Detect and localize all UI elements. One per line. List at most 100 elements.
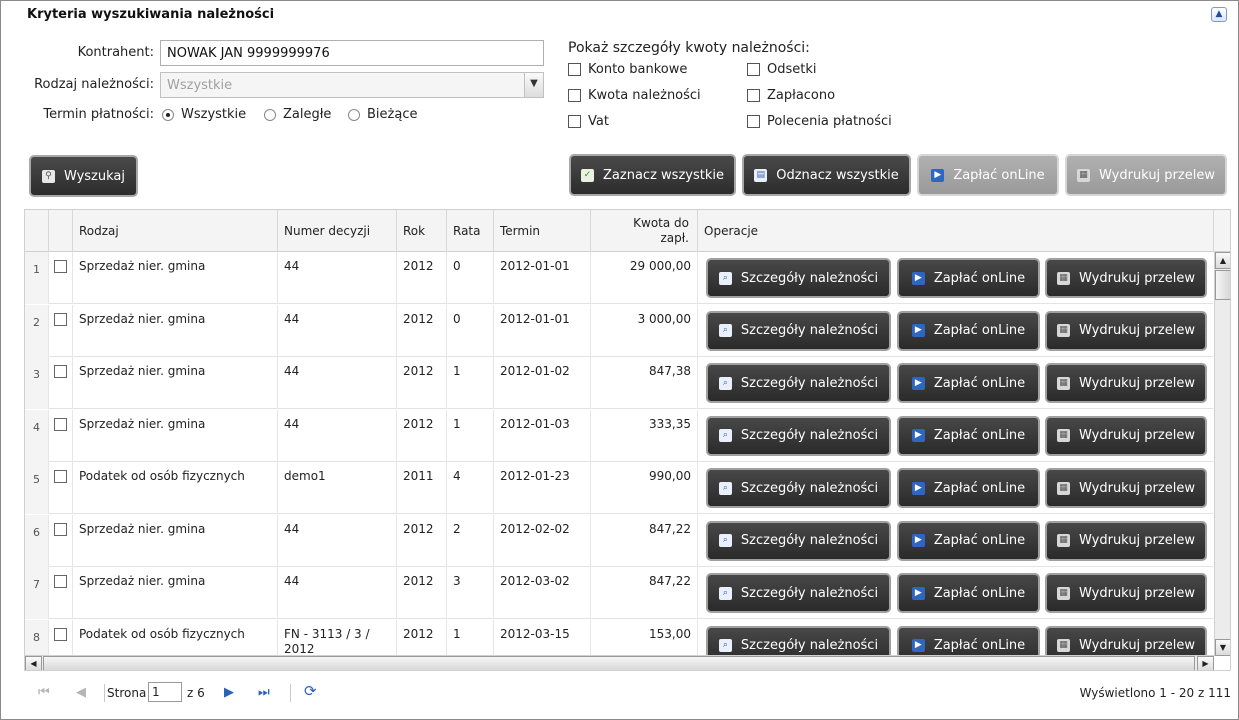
checkbox-icon[interactable]	[747, 89, 760, 102]
details-button[interactable]: ⌕ Szczegóły należności	[706, 415, 891, 456]
checkbox-icon[interactable]	[54, 260, 67, 273]
play-icon: ▶	[911, 639, 925, 652]
refresh-icon[interactable]: ⟳	[304, 682, 317, 700]
details-button[interactable]: ⌕ Szczegóły należności	[706, 468, 891, 508]
header-type[interactable]: Rodzaj	[73, 210, 278, 252]
select-all-button[interactable]: ✓ Zaznacz wszystkie	[569, 154, 736, 196]
pager-separator	[290, 684, 291, 702]
scroll-down-icon[interactable]: ▼	[1215, 639, 1230, 656]
table-row[interactable]: 2 Sprzedaż nier. gmina 44 2012 0 2012-01-01 3 …	[25, 304, 1213, 357]
table-row[interactable]: 4 Sprzedaż nier. gmina 44 2012 1 2012-01-03 33…	[25, 409, 1213, 462]
print-transfer-button[interactable]: ▦ Wydrukuj przelew	[1045, 363, 1207, 403]
vertical-scrollbar[interactable]: ▲ ▼	[1214, 252, 1230, 656]
table-row[interactable]: 7 Sprzedaż nier. gmina 44 2012 3 2012-03-02 84…	[25, 567, 1213, 619]
cell-term: 2012-02-02	[494, 514, 591, 567]
cell-amount: 847,22	[591, 514, 698, 567]
checkbox-icon[interactable]	[568, 89, 581, 102]
checkbox-amount[interactable]: Kwota należności	[568, 88, 701, 103]
pay-online-button[interactable]: ▶ Zapłać onLine	[897, 258, 1040, 298]
magnifier-document-icon: ⌕	[718, 271, 732, 285]
checkbox-icon[interactable]	[747, 115, 760, 128]
pay-online-button[interactable]: ▶ Zapłać onLine	[897, 310, 1040, 351]
print-transfer-button[interactable]: ▦ Wydrukuj przelew	[1045, 415, 1207, 456]
play-icon: ▶	[931, 168, 945, 182]
pay-online-label: Zapłać onLine	[953, 167, 1045, 183]
header-term[interactable]: Termin	[494, 210, 591, 252]
first-page-icon[interactable]: ⏮	[38, 685, 50, 700]
pay-online-button[interactable]: ▶ Zapłać onLine	[917, 154, 1059, 196]
magnifier-document-icon: ⌕	[718, 534, 732, 547]
checkbox-icon[interactable]	[568, 63, 581, 76]
cell-decision: 44	[278, 409, 397, 462]
details-button[interactable]: ⌕ Szczegóły należności	[706, 310, 891, 351]
details-button[interactable]: ⌕ Szczegóły należności	[706, 520, 891, 561]
contractor-input[interactable]: NOWAK JAN 9999999976	[160, 40, 544, 66]
table-row[interactable]: 6 Sprzedaż nier. gmina 44 2012 2 2012-02-02 84…	[25, 514, 1213, 567]
scroll-right-icon[interactable]: ▶	[1197, 656, 1214, 670]
previous-page-icon[interactable]: ◀	[76, 685, 86, 700]
checkbox-icon[interactable]	[54, 575, 67, 588]
checkbox-payment-orders[interactable]: Polecenia płatności	[747, 114, 892, 129]
checkbox-label: Polecenia płatności	[767, 114, 892, 129]
pay-online-button[interactable]: ▶ Zapłać onLine	[897, 573, 1040, 613]
pay-online-button[interactable]: ▶ Zapłać onLine	[897, 468, 1040, 508]
header-amount[interactable]: Kwota do zapł.	[591, 210, 698, 252]
print-transfer-button[interactable]: ▦ Wydrukuj przelew	[1045, 468, 1207, 508]
printer-icon: ▦	[1077, 168, 1091, 182]
cell-amount: 29 000,00	[591, 252, 698, 304]
radio-icon[interactable]	[348, 108, 360, 121]
term-radio-overdue[interactable]: Zaległe	[264, 107, 331, 122]
print-transfer-button[interactable]: ▦ Wydrukuj przelew	[1045, 310, 1207, 351]
deselect-all-button[interactable]: ▤ Odznacz wszystkie	[742, 154, 911, 196]
collapse-icon[interactable]: ▲	[1211, 7, 1227, 22]
checkbox-paid[interactable]: Zapłacono	[747, 88, 835, 103]
checkbox-icon[interactable]	[54, 627, 67, 641]
checkbox-icon[interactable]	[54, 417, 67, 431]
details-button-label: Szczegóły należności	[740, 270, 879, 286]
details-button[interactable]: ⌕ Szczegóły należności	[706, 573, 891, 613]
table-row[interactable]: 1 Sprzedaż nier. gmina 44 2012 0 2012-01-01 29…	[25, 252, 1213, 304]
search-button[interactable]: ⚲ Wyszukaj	[29, 155, 138, 197]
print-transfer-button[interactable]: ▦ Wydrukuj przelew	[1045, 573, 1207, 613]
cell-year: 2012	[397, 304, 447, 357]
checkbox-icon[interactable]	[54, 365, 67, 378]
pay-online-button[interactable]: ▶ Zapłać onLine	[897, 415, 1040, 456]
table-row[interactable]: 5 Podatek od osób fizycznych demo1 2011 4 201…	[25, 462, 1213, 514]
type-select[interactable]: Wszystkie ▼	[160, 72, 544, 98]
radio-selected-icon[interactable]	[162, 108, 174, 121]
scroll-thumb[interactable]	[1215, 270, 1230, 300]
chevron-down-icon[interactable]: ▼	[524, 73, 543, 97]
checkbox-bank-account[interactable]: Konto bankowe	[568, 62, 687, 77]
header-installment[interactable]: Rata	[447, 210, 494, 252]
pay-online-button[interactable]: ▶ Zapłać onLine	[897, 520, 1040, 561]
print-transfer-button[interactable]: ▦ Wydrukuj przelew	[1065, 154, 1227, 196]
print-transfer-button[interactable]: ▦ Wydrukuj przelew	[1045, 520, 1207, 561]
checkbox-icon[interactable]	[568, 115, 581, 128]
pay-online-button[interactable]: ▶ Zapłać onLine	[897, 363, 1040, 403]
checkbox-icon[interactable]	[54, 522, 67, 536]
details-button[interactable]: ⌕ Szczegóły należności	[706, 258, 891, 298]
term-radio-all[interactable]: Wszystkie	[162, 107, 246, 122]
radio-icon[interactable]	[264, 108, 276, 121]
header-decision[interactable]: Numer decyzji	[278, 210, 397, 252]
print-transfer-button-label: Wydrukuj przelew	[1079, 375, 1195, 391]
checkbox-icon[interactable]	[54, 470, 67, 483]
scroll-thumb-horizontal[interactable]	[43, 656, 1195, 670]
checkbox-label: Konto bankowe	[588, 62, 688, 77]
cell-term: 2012-01-02	[494, 357, 591, 409]
checkbox-icon[interactable]	[747, 63, 760, 76]
checkbox-vat[interactable]: Vat	[568, 114, 609, 129]
page-input[interactable]: 1	[148, 682, 182, 702]
horizontal-scrollbar[interactable]: ◀ ▶	[25, 655, 1214, 670]
header-year[interactable]: Rok	[397, 210, 447, 252]
details-button[interactable]: ⌕ Szczegóły należności	[706, 363, 891, 403]
table-row[interactable]: 3 Sprzedaż nier. gmina 44 2012 1 2012-01-02 84…	[25, 357, 1213, 409]
scroll-left-icon[interactable]: ◀	[25, 656, 42, 670]
checkbox-icon[interactable]	[54, 312, 67, 326]
next-page-icon[interactable]: ▶	[224, 685, 234, 700]
term-radio-current[interactable]: Bieżące	[348, 107, 417, 122]
print-transfer-button[interactable]: ▦ Wydrukuj przelew	[1045, 258, 1207, 298]
checkbox-interest[interactable]: Odsetki	[747, 62, 817, 77]
scroll-up-icon[interactable]: ▲	[1215, 252, 1230, 269]
last-page-icon[interactable]: ⏭	[258, 685, 270, 700]
